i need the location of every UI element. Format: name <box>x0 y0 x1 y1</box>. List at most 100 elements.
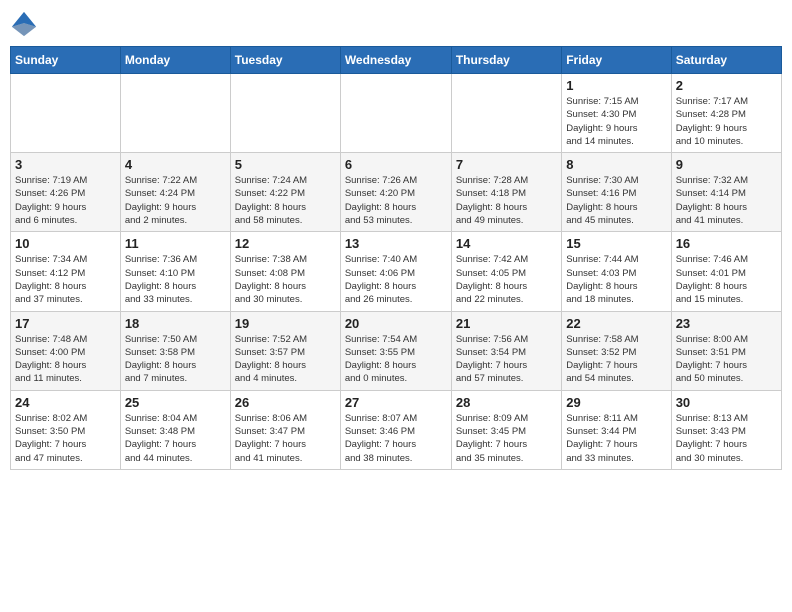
day-info: Sunrise: 7:22 AM Sunset: 4:24 PM Dayligh… <box>125 174 226 227</box>
day-number: 6 <box>345 157 447 172</box>
calendar-cell: 22 Sunrise: 7:58 AM Sunset: 3:52 PM Dayli… <box>562 311 671 390</box>
day-number: 17 <box>15 316 116 331</box>
calendar-cell: 14 Sunrise: 7:42 AM Sunset: 4:05 PM Dayli… <box>451 232 561 311</box>
day-info: Sunrise: 7:40 AM Sunset: 4:06 PM Dayligh… <box>345 253 447 306</box>
calendar-cell: 7Sunrise: 7:28 AM Sunset: 4:18 PM Daylig… <box>451 153 561 232</box>
calendar-cell: 16 Sunrise: 7:46 AM Sunset: 4:01 PM Dayli… <box>671 232 781 311</box>
day-number: 4 <box>125 157 226 172</box>
calendar-cell <box>11 74 121 153</box>
weekday-header-saturday: Saturday <box>671 47 781 74</box>
day-number: 30 <box>676 395 777 410</box>
calendar-cell: 8 Sunrise: 7:30 AM Sunset: 4:16 PM Daylig… <box>562 153 671 232</box>
day-info: Sunrise: 7:38 AM Sunset: 4:08 PM Dayligh… <box>235 253 336 306</box>
day-number: 28 <box>456 395 557 410</box>
calendar-cell: 17 Sunrise: 7:48 AM Sunset: 4:00 PM Dayli… <box>11 311 121 390</box>
calendar-cell: 5 Sunrise: 7:24 AM Sunset: 4:22 PM Daylig… <box>230 153 340 232</box>
calendar-cell <box>451 74 561 153</box>
weekday-header-wednesday: Wednesday <box>340 47 451 74</box>
logo <box>10 10 42 38</box>
day-number: 25 <box>125 395 226 410</box>
calendar-week-row: 24Sunrise: 8:02 AM Sunset: 3:50 PM Dayli… <box>11 390 782 469</box>
day-number: 11 <box>125 236 226 251</box>
day-number: 8 <box>566 157 666 172</box>
day-number: 21 <box>456 316 557 331</box>
weekday-header-friday: Friday <box>562 47 671 74</box>
day-number: 29 <box>566 395 666 410</box>
calendar-cell: 18Sunrise: 7:50 AM Sunset: 3:58 PM Dayli… <box>120 311 230 390</box>
day-number: 26 <box>235 395 336 410</box>
calendar-cell: 20 Sunrise: 7:54 AM Sunset: 3:55 PM Dayli… <box>340 311 451 390</box>
day-info: Sunrise: 8:04 AM Sunset: 3:48 PM Dayligh… <box>125 412 226 465</box>
day-number: 5 <box>235 157 336 172</box>
day-number: 20 <box>345 316 447 331</box>
day-info: Sunrise: 8:11 AM Sunset: 3:44 PM Dayligh… <box>566 412 666 465</box>
day-number: 15 <box>566 236 666 251</box>
header <box>10 10 782 38</box>
calendar-cell: 24Sunrise: 8:02 AM Sunset: 3:50 PM Dayli… <box>11 390 121 469</box>
day-info: Sunrise: 8:09 AM Sunset: 3:45 PM Dayligh… <box>456 412 557 465</box>
calendar-cell <box>340 74 451 153</box>
calendar-cell: 15 Sunrise: 7:44 AM Sunset: 4:03 PM Dayli… <box>562 232 671 311</box>
day-number: 22 <box>566 316 666 331</box>
calendar-cell <box>120 74 230 153</box>
calendar-cell: 13 Sunrise: 7:40 AM Sunset: 4:06 PM Dayli… <box>340 232 451 311</box>
day-info: Sunrise: 7:42 AM Sunset: 4:05 PM Dayligh… <box>456 253 557 306</box>
day-number: 3 <box>15 157 116 172</box>
day-info: Sunrise: 7:44 AM Sunset: 4:03 PM Dayligh… <box>566 253 666 306</box>
weekday-header-row: SundayMondayTuesdayWednesdayThursdayFrid… <box>11 47 782 74</box>
calendar-cell: 25 Sunrise: 8:04 AM Sunset: 3:48 PM Dayli… <box>120 390 230 469</box>
day-info: Sunrise: 7:26 AM Sunset: 4:20 PM Dayligh… <box>345 174 447 227</box>
calendar-cell: 6 Sunrise: 7:26 AM Sunset: 4:20 PM Daylig… <box>340 153 451 232</box>
day-number: 19 <box>235 316 336 331</box>
day-info: Sunrise: 7:52 AM Sunset: 3:57 PM Dayligh… <box>235 333 336 386</box>
day-info: Sunrise: 7:48 AM Sunset: 4:00 PM Dayligh… <box>15 333 116 386</box>
calendar-cell: 3 Sunrise: 7:19 AM Sunset: 4:26 PM Daylig… <box>11 153 121 232</box>
day-info: Sunrise: 7:36 AM Sunset: 4:10 PM Dayligh… <box>125 253 226 306</box>
calendar-cell: 10 Sunrise: 7:34 AM Sunset: 4:12 PM Dayli… <box>11 232 121 311</box>
calendar-cell: 28 Sunrise: 8:09 AM Sunset: 3:45 PM Dayli… <box>451 390 561 469</box>
day-info: Sunrise: 7:30 AM Sunset: 4:16 PM Dayligh… <box>566 174 666 227</box>
calendar-week-row: 1 Sunrise: 7:15 AM Sunset: 4:30 PM Daylig… <box>11 74 782 153</box>
day-info: Sunrise: 7:19 AM Sunset: 4:26 PM Dayligh… <box>15 174 116 227</box>
day-number: 18 <box>125 316 226 331</box>
day-info: Sunrise: 7:15 AM Sunset: 4:30 PM Dayligh… <box>566 95 666 148</box>
calendar-cell: 9Sunrise: 7:32 AM Sunset: 4:14 PM Daylig… <box>671 153 781 232</box>
calendar-cell: 27 Sunrise: 8:07 AM Sunset: 3:46 PM Dayli… <box>340 390 451 469</box>
day-number: 1 <box>566 78 666 93</box>
day-number: 9 <box>676 157 777 172</box>
day-number: 14 <box>456 236 557 251</box>
day-info: Sunrise: 7:58 AM Sunset: 3:52 PM Dayligh… <box>566 333 666 386</box>
calendar-cell: 4 Sunrise: 7:22 AM Sunset: 4:24 PM Daylig… <box>120 153 230 232</box>
day-info: Sunrise: 8:07 AM Sunset: 3:46 PM Dayligh… <box>345 412 447 465</box>
day-info: Sunrise: 7:17 AM Sunset: 4:28 PM Dayligh… <box>676 95 777 148</box>
calendar-cell: 23Sunrise: 8:00 AM Sunset: 3:51 PM Dayli… <box>671 311 781 390</box>
day-info: Sunrise: 8:13 AM Sunset: 3:43 PM Dayligh… <box>676 412 777 465</box>
day-info: Sunrise: 7:34 AM Sunset: 4:12 PM Dayligh… <box>15 253 116 306</box>
day-info: Sunrise: 8:06 AM Sunset: 3:47 PM Dayligh… <box>235 412 336 465</box>
day-info: Sunrise: 7:46 AM Sunset: 4:01 PM Dayligh… <box>676 253 777 306</box>
calendar-cell: 29 Sunrise: 8:11 AM Sunset: 3:44 PM Dayli… <box>562 390 671 469</box>
weekday-header-sunday: Sunday <box>11 47 121 74</box>
calendar-cell: 26 Sunrise: 8:06 AM Sunset: 3:47 PM Dayli… <box>230 390 340 469</box>
day-info: Sunrise: 7:54 AM Sunset: 3:55 PM Dayligh… <box>345 333 447 386</box>
day-info: Sunrise: 7:24 AM Sunset: 4:22 PM Dayligh… <box>235 174 336 227</box>
calendar-cell: 2 Sunrise: 7:17 AM Sunset: 4:28 PM Daylig… <box>671 74 781 153</box>
calendar-cell: 21Sunrise: 7:56 AM Sunset: 3:54 PM Dayli… <box>451 311 561 390</box>
day-number: 13 <box>345 236 447 251</box>
calendar-cell: 19 Sunrise: 7:52 AM Sunset: 3:57 PM Dayli… <box>230 311 340 390</box>
day-info: Sunrise: 8:00 AM Sunset: 3:51 PM Dayligh… <box>676 333 777 386</box>
weekday-header-monday: Monday <box>120 47 230 74</box>
calendar-cell: 11 Sunrise: 7:36 AM Sunset: 4:10 PM Dayli… <box>120 232 230 311</box>
day-number: 16 <box>676 236 777 251</box>
day-number: 27 <box>345 395 447 410</box>
calendar: SundayMondayTuesdayWednesdayThursdayFrid… <box>10 46 782 470</box>
day-number: 12 <box>235 236 336 251</box>
day-number: 2 <box>676 78 777 93</box>
day-number: 7 <box>456 157 557 172</box>
calendar-cell <box>230 74 340 153</box>
calendar-cell: 1 Sunrise: 7:15 AM Sunset: 4:30 PM Daylig… <box>562 74 671 153</box>
day-number: 10 <box>15 236 116 251</box>
weekday-header-thursday: Thursday <box>451 47 561 74</box>
calendar-cell: 30 Sunrise: 8:13 AM Sunset: 3:43 PM Dayli… <box>671 390 781 469</box>
weekday-header-tuesday: Tuesday <box>230 47 340 74</box>
